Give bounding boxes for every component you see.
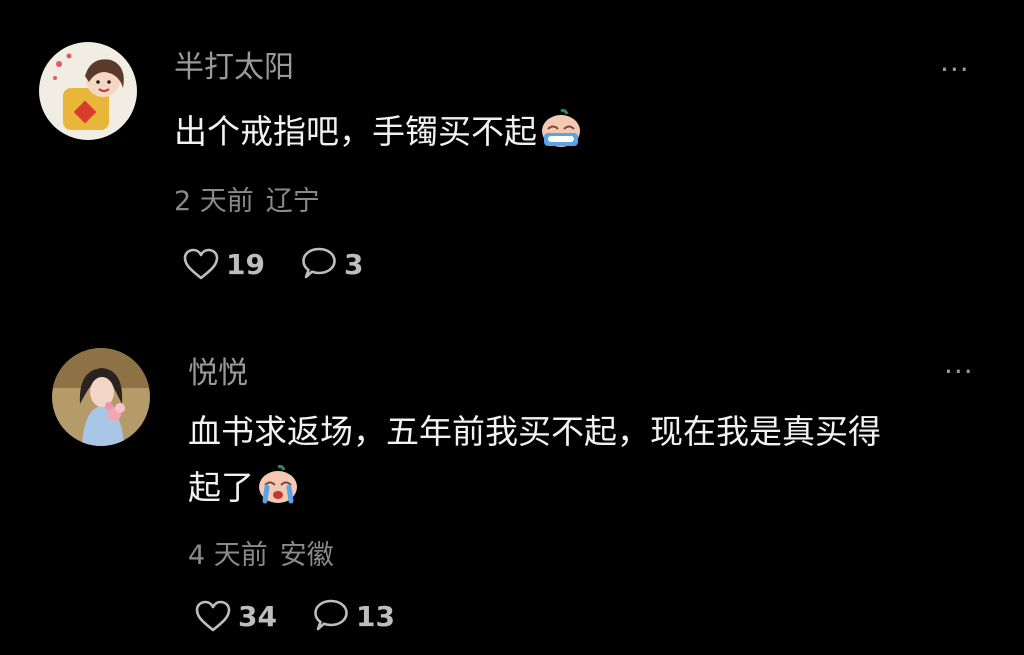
reply-button[interactable]: 3: [300, 244, 363, 284]
comment-meta: 4 天前 安徽: [188, 538, 334, 574]
comment-text: 出个戒指吧，手镯买不起: [174, 104, 582, 166]
crying-face-icon: [540, 108, 582, 166]
username[interactable]: 半打太阳: [174, 48, 294, 88]
comment-bubble-icon: [314, 599, 348, 631]
timestamp: 2 天前: [174, 186, 254, 217]
comment-text-line-2: 起了: [188, 460, 881, 522]
like-button[interactable]: 34: [194, 596, 277, 636]
avatar-image: [39, 42, 137, 140]
more-options-icon[interactable]: ···: [940, 56, 970, 84]
avatar[interactable]: [39, 42, 137, 140]
username[interactable]: 悦悦: [188, 354, 248, 394]
heart-icon: [195, 600, 231, 632]
location: 安徽: [279, 540, 334, 571]
like-count: 19: [226, 247, 265, 281]
location: 辽宁: [265, 186, 320, 217]
like-button[interactable]: 19: [182, 244, 265, 284]
crying-face-icon: [257, 464, 299, 522]
comment-item: 悦悦 ··· 血书求返场，五年前我买不起，现在我是真买得 起了 4 天前 安徽 3…: [0, 320, 1024, 655]
reply-button[interactable]: 13: [312, 596, 395, 636]
comment-text-line: 血书求返场，五年前我买不起，现在我是真买得: [188, 412, 881, 451]
comment-bubble-icon: [302, 247, 336, 279]
avatar-image: [52, 348, 150, 446]
reply-count: 13: [356, 599, 395, 633]
more-options-icon[interactable]: ···: [944, 358, 974, 386]
comment-text-line: 出个戒指吧，手镯买不起: [174, 112, 537, 151]
timestamp: 4 天前: [188, 540, 268, 571]
avatar[interactable]: [52, 348, 150, 446]
reply-count: 3: [344, 247, 364, 281]
comment-meta: 2 天前 辽宁: [174, 184, 320, 220]
comment-text-line: 起了: [188, 468, 254, 507]
like-count: 34: [238, 599, 277, 633]
comment-text: 血书求返场，五年前我买不起，现在我是真买得 起了: [188, 404, 881, 522]
comment-item: 半打太阳 ··· 出个戒指吧，手镯买不起 2 天前 辽宁 19 3: [0, 0, 1024, 320]
heart-icon: [183, 248, 219, 280]
